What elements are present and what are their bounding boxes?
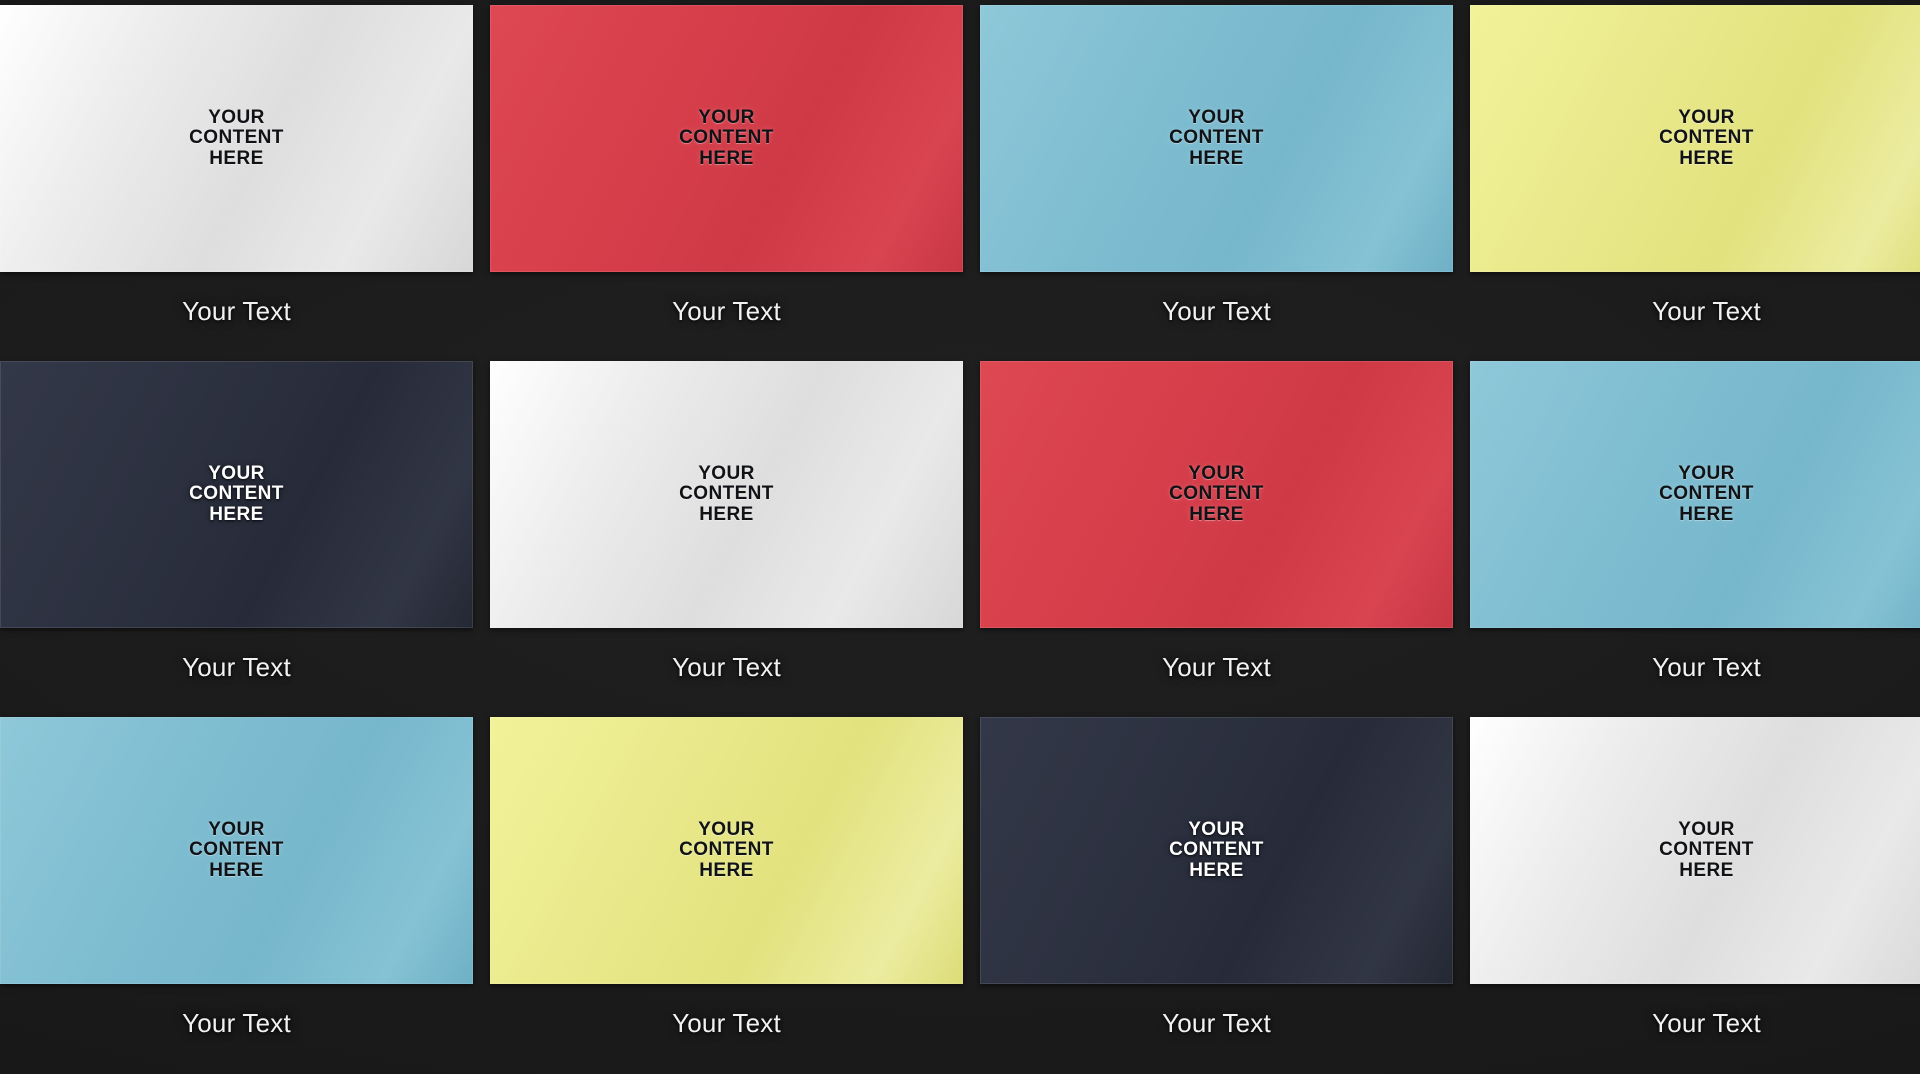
placeholder-line-2: CONTENT (679, 839, 774, 861)
content-placeholder-label: YOUR CONTENT HERE (1169, 818, 1264, 882)
placeholder-line-3: HERE (209, 859, 264, 881)
placeholder-line-2: CONTENT (679, 483, 774, 505)
placeholder-line-2: CONTENT (1169, 127, 1264, 149)
content-placeholder-tile[interactable]: YOUR CONTENT HERE (0, 361, 473, 628)
content-placeholder-tile[interactable]: YOUR CONTENT HERE (980, 361, 1453, 628)
tile-caption: Your Text (1162, 1007, 1271, 1038)
placeholder-line-2: CONTENT (1659, 127, 1754, 149)
placeholder-line-3: HERE (1679, 859, 1734, 881)
placeholder-line-1: YOUR (1188, 462, 1245, 484)
placeholder-grid: YOUR CONTENT HERE Your Text YOUR CONTENT… (0, 0, 1920, 1074)
content-placeholder-label: YOUR CONTENT HERE (189, 106, 284, 170)
grid-cell[interactable]: YOUR CONTENT HERE Your Text (1470, 0, 1920, 356)
grid-cell[interactable]: YOUR CONTENT HERE Your Text (1470, 356, 1920, 712)
content-placeholder-label: YOUR CONTENT HERE (1659, 462, 1754, 526)
placeholder-line-2: CONTENT (189, 839, 284, 861)
content-placeholder-tile[interactable]: YOUR CONTENT HERE (490, 5, 963, 272)
placeholder-line-1: YOUR (208, 818, 265, 840)
placeholder-line-2: CONTENT (1659, 839, 1754, 861)
placeholder-line-1: YOUR (1678, 818, 1735, 840)
placeholder-line-2: CONTENT (1169, 839, 1264, 861)
placeholder-line-3: HERE (699, 859, 754, 881)
content-placeholder-label: YOUR CONTENT HERE (1169, 106, 1264, 170)
placeholder-line-1: YOUR (1678, 106, 1735, 128)
content-placeholder-label: YOUR CONTENT HERE (679, 106, 774, 170)
tile-caption: Your Text (672, 1007, 781, 1038)
grid-cell[interactable]: YOUR CONTENT HERE Your Text (490, 0, 963, 356)
tile-caption: Your Text (1162, 295, 1271, 326)
tile-caption: Your Text (672, 295, 781, 326)
placeholder-line-2: CONTENT (1169, 483, 1264, 505)
tile-caption: Your Text (672, 651, 781, 682)
content-placeholder-tile[interactable]: YOUR CONTENT HERE (1470, 717, 1920, 984)
placeholder-line-3: HERE (209, 147, 264, 169)
placeholder-line-3: HERE (1189, 147, 1244, 169)
grid-cell[interactable]: YOUR CONTENT HERE Your Text (980, 712, 1453, 1068)
placeholder-line-2: CONTENT (189, 483, 284, 505)
placeholder-line-1: YOUR (1188, 106, 1245, 128)
content-placeholder-tile[interactable]: YOUR CONTENT HERE (0, 5, 473, 272)
placeholder-line-3: HERE (1189, 503, 1244, 525)
tile-caption: Your Text (182, 1007, 291, 1038)
placeholder-line-1: YOUR (1188, 818, 1245, 840)
content-placeholder-tile[interactable]: YOUR CONTENT HERE (490, 361, 963, 628)
content-placeholder-label: YOUR CONTENT HERE (1659, 818, 1754, 882)
grid-cell[interactable]: YOUR CONTENT HERE Your Text (0, 712, 473, 1068)
content-placeholder-label: YOUR CONTENT HERE (1169, 462, 1264, 526)
grid-cell[interactable]: YOUR CONTENT HERE Your Text (490, 356, 963, 712)
placeholder-line-1: YOUR (208, 106, 265, 128)
placeholder-line-1: YOUR (208, 462, 265, 484)
content-placeholder-tile[interactable]: YOUR CONTENT HERE (1470, 5, 1920, 272)
content-placeholder-label: YOUR CONTENT HERE (189, 818, 284, 882)
placeholder-line-3: HERE (209, 503, 264, 525)
content-placeholder-label: YOUR CONTENT HERE (679, 462, 774, 526)
tile-caption: Your Text (1162, 651, 1271, 682)
content-placeholder-label: YOUR CONTENT HERE (1659, 106, 1754, 170)
grid-cell[interactable]: YOUR CONTENT HERE Your Text (980, 0, 1453, 356)
presentation-stage: YOUR CONTENT HERE Your Text YOUR CONTENT… (0, 0, 1920, 1074)
placeholder-line-3: HERE (1189, 859, 1244, 881)
content-placeholder-tile[interactable]: YOUR CONTENT HERE (1470, 361, 1920, 628)
placeholder-line-1: YOUR (698, 106, 755, 128)
tile-caption: Your Text (1652, 295, 1761, 326)
placeholder-line-1: YOUR (698, 818, 755, 840)
content-placeholder-tile[interactable]: YOUR CONTENT HERE (0, 717, 473, 984)
content-placeholder-label: YOUR CONTENT HERE (189, 462, 284, 526)
grid-cell[interactable]: YOUR CONTENT HERE Your Text (0, 356, 473, 712)
placeholder-line-3: HERE (699, 147, 754, 169)
grid-cell[interactable]: YOUR CONTENT HERE Your Text (490, 712, 963, 1068)
placeholder-line-1: YOUR (1678, 462, 1735, 484)
grid-cell[interactable]: YOUR CONTENT HERE Your Text (0, 0, 473, 356)
grid-cell[interactable]: YOUR CONTENT HERE Your Text (1470, 712, 1920, 1068)
content-placeholder-tile[interactable]: YOUR CONTENT HERE (490, 717, 963, 984)
placeholder-line-3: HERE (699, 503, 754, 525)
tile-caption: Your Text (182, 295, 291, 326)
tile-caption: Your Text (1652, 651, 1761, 682)
grid-cell[interactable]: YOUR CONTENT HERE Your Text (980, 356, 1453, 712)
placeholder-line-3: HERE (1679, 147, 1734, 169)
placeholder-line-1: YOUR (698, 462, 755, 484)
content-placeholder-label: YOUR CONTENT HERE (679, 818, 774, 882)
tile-caption: Your Text (182, 651, 291, 682)
placeholder-line-2: CONTENT (1659, 483, 1754, 505)
content-placeholder-tile[interactable]: YOUR CONTENT HERE (980, 5, 1453, 272)
placeholder-line-2: CONTENT (679, 127, 774, 149)
tile-caption: Your Text (1652, 1007, 1761, 1038)
placeholder-line-3: HERE (1679, 503, 1734, 525)
content-placeholder-tile[interactable]: YOUR CONTENT HERE (980, 717, 1453, 984)
placeholder-line-2: CONTENT (189, 127, 284, 149)
